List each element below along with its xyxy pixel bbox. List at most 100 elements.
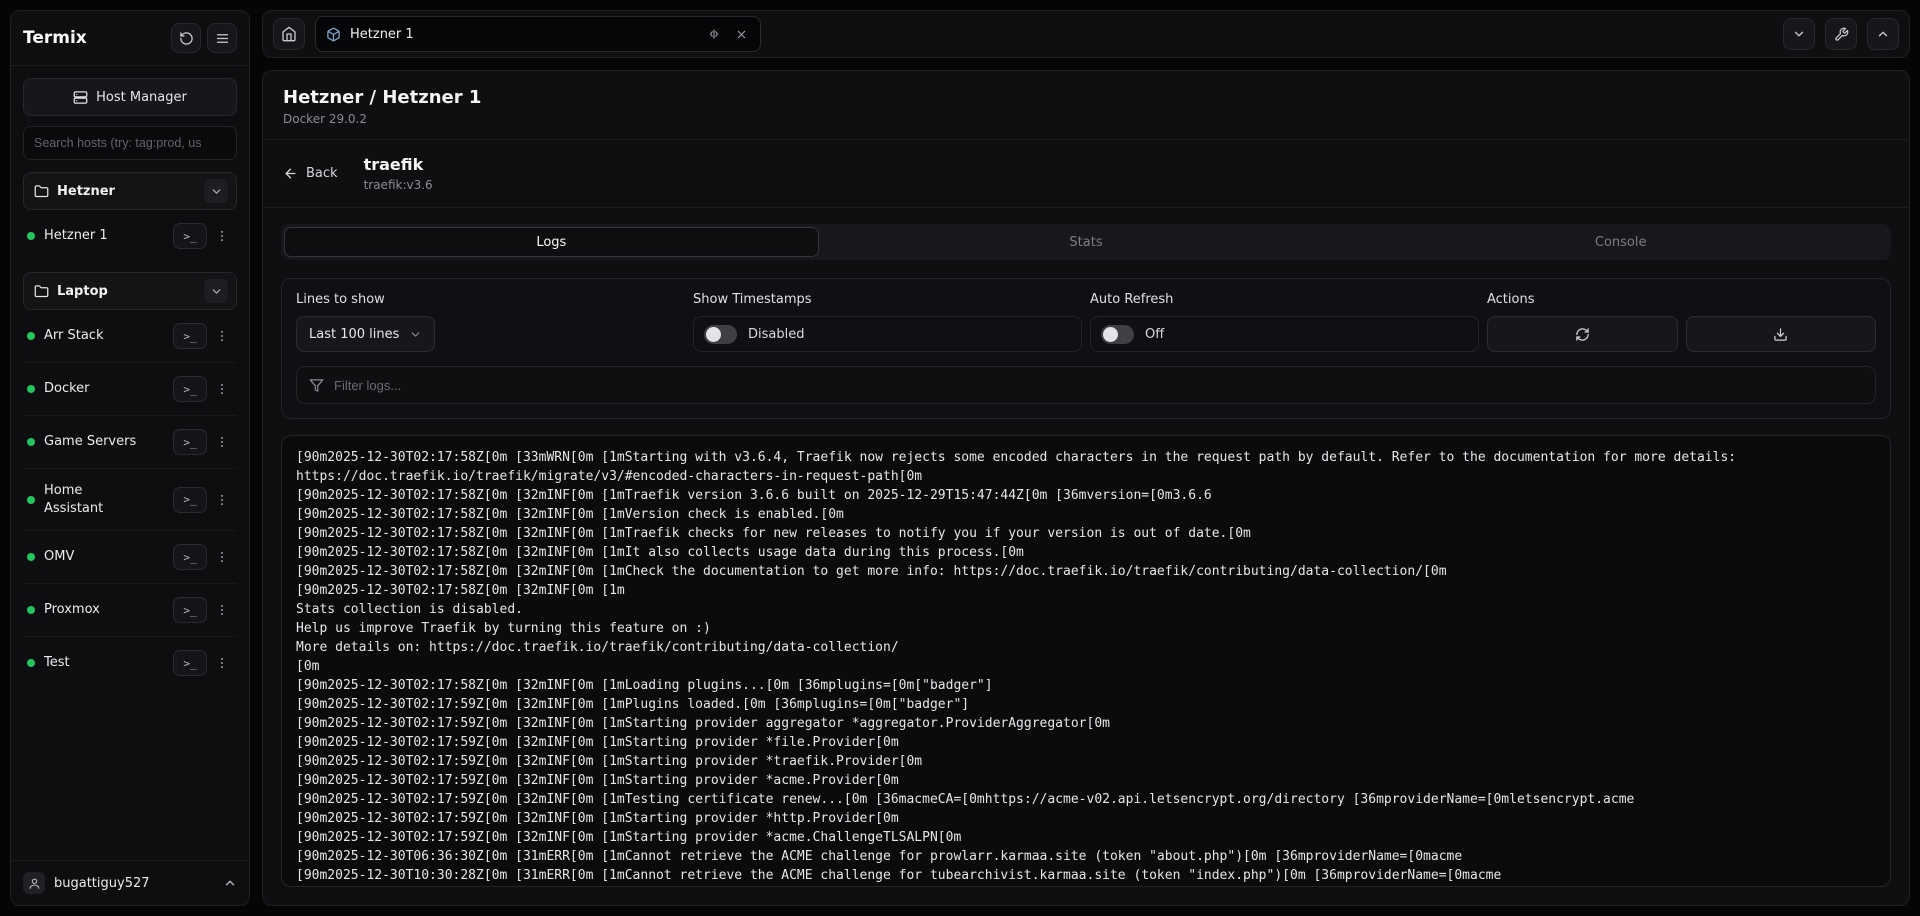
group-header-hetzner[interactable]: Hetzner xyxy=(23,172,237,210)
app-title: Termix xyxy=(23,28,87,48)
host-menu-button[interactable] xyxy=(211,429,233,455)
status-online-dot xyxy=(27,606,35,614)
toggle-switch-off[interactable] xyxy=(1101,325,1134,344)
host-row[interactable]: Arr Stack >_ xyxy=(23,310,237,363)
download-logs-button[interactable] xyxy=(1686,316,1877,352)
reload-button[interactable] xyxy=(171,23,201,53)
user-menu[interactable]: bugattiguy527 xyxy=(11,860,249,905)
host-row[interactable]: Home Assistant >_ xyxy=(23,469,237,531)
expand-panel-button[interactable] xyxy=(1867,18,1899,50)
chevron-down-icon[interactable] xyxy=(204,179,228,203)
filter-logs-input[interactable] xyxy=(334,378,1863,393)
tools-button[interactable] xyxy=(1825,18,1857,50)
host-name: Proxmox xyxy=(44,601,100,619)
view-tabs-wrap: Logs Stats Console xyxy=(263,208,1909,260)
open-terminal-button[interactable]: >_ xyxy=(173,323,207,349)
close-tab-button[interactable] xyxy=(733,26,750,43)
host-row[interactable]: Proxmox >_ xyxy=(23,584,237,637)
open-terminal-button[interactable]: >_ xyxy=(173,487,207,513)
tab-logs[interactable]: Logs xyxy=(284,227,819,257)
host-menu-button[interactable] xyxy=(211,223,233,249)
back-button[interactable]: Back xyxy=(283,166,338,181)
host-menu-button[interactable] xyxy=(211,544,233,570)
open-terminal-button[interactable]: >_ xyxy=(173,597,207,623)
toggle-knob xyxy=(1103,327,1118,342)
timestamps-toggle[interactable]: Disabled xyxy=(693,316,1082,352)
open-terminal-button[interactable]: >_ xyxy=(173,544,207,570)
group-header-laptop[interactable]: Laptop xyxy=(23,272,237,310)
log-output[interactable]: [90m2025-12-30T02:17:58Z[0m [33mWRN[0m [… xyxy=(281,435,1891,887)
tab-console[interactable]: Console xyxy=(1353,227,1888,257)
open-terminal-button[interactable]: >_ xyxy=(173,376,207,402)
actions-row xyxy=(1487,316,1876,352)
host-manager-button[interactable]: Host Manager xyxy=(23,78,237,116)
host-search xyxy=(23,126,237,160)
host-name: Home Assistant xyxy=(44,482,140,517)
host-name: Docker xyxy=(44,380,90,398)
host-list: Hetzner 1 >_ xyxy=(23,210,237,262)
status-online-dot xyxy=(27,232,35,240)
kebab-icon xyxy=(215,656,229,670)
open-terminal-button[interactable]: >_ xyxy=(173,650,207,676)
split-view-button[interactable] xyxy=(705,25,723,43)
split-horizontal-icon xyxy=(707,27,721,41)
container-header: Back traefik traefik:v3.6 xyxy=(263,140,1909,208)
folder-icon xyxy=(34,184,49,199)
host-menu-button[interactable] xyxy=(211,650,233,676)
wrench-icon xyxy=(1834,27,1849,42)
tab-hetzner-1[interactable]: Hetzner 1 xyxy=(315,16,761,52)
open-terminal-button[interactable]: >_ xyxy=(173,223,207,249)
chevron-down-icon[interactable] xyxy=(204,279,228,303)
sidebar-menu-button[interactable] xyxy=(207,23,237,53)
log-line: [90m2025-12-30T10:30:28Z[0m [31mERR[0m [… xyxy=(296,866,1876,885)
terminal-icon: >_ xyxy=(183,383,196,396)
log-line: [90m2025-12-30T02:17:59Z[0m [32mINF[0m [… xyxy=(296,771,1876,790)
docker-version: Docker 29.0.2 xyxy=(283,112,1889,126)
log-line: [90m2025-12-30T02:17:59Z[0m [32mINF[0m [… xyxy=(296,752,1876,771)
log-line: [90m2025-12-30T02:17:58Z[0m [32mINF[0m [… xyxy=(296,505,1876,524)
host-search-input[interactable] xyxy=(23,126,237,160)
back-label: Back xyxy=(306,166,338,181)
container-image: traefik:v3.6 xyxy=(364,178,433,192)
host-menu-button[interactable] xyxy=(211,376,233,402)
log-line: [0m xyxy=(296,657,1876,676)
host-menu-button[interactable] xyxy=(211,487,233,513)
autorefresh-toggle[interactable]: Off xyxy=(1090,316,1479,352)
host-row[interactable]: Test >_ xyxy=(23,637,237,689)
host-row[interactable]: OMV >_ xyxy=(23,531,237,584)
filter-icon xyxy=(309,378,324,393)
host-row[interactable]: Game Servers >_ xyxy=(23,416,237,469)
log-line: [90m2025-12-30T02:17:58Z[0m [32mINF[0m [… xyxy=(296,581,1876,600)
toggle-switch-off[interactable] xyxy=(704,325,737,344)
refresh-logs-button[interactable] xyxy=(1487,316,1678,352)
user-avatar-icon xyxy=(23,872,45,894)
tab-label: Hetzner 1 xyxy=(350,27,414,42)
host-menu-button[interactable] xyxy=(211,323,233,349)
terminal-icon: >_ xyxy=(183,436,196,449)
sidebar-header: Termix xyxy=(11,11,249,66)
tab-stats[interactable]: Stats xyxy=(819,227,1354,257)
host-row[interactable]: Hetzner 1 >_ xyxy=(23,210,237,262)
collapse-panel-button[interactable] xyxy=(1783,18,1815,50)
log-line: [90m2025-12-30T02:17:59Z[0m [32mINF[0m [… xyxy=(296,714,1876,733)
host-actions: >_ xyxy=(173,597,233,623)
home-button[interactable] xyxy=(273,18,305,50)
lines-select[interactable]: Last 100 lines xyxy=(296,316,435,352)
chevron-up-icon xyxy=(223,876,237,890)
status-online-dot xyxy=(27,385,35,393)
host-row[interactable]: Docker >_ xyxy=(23,363,237,416)
log-line: More details on: https://doc.traefik.io/… xyxy=(296,638,1876,657)
host-name: Game Servers xyxy=(44,433,136,451)
terminal-icon: >_ xyxy=(183,330,196,343)
host-menu-button[interactable] xyxy=(211,597,233,623)
arrow-left-icon xyxy=(283,166,298,181)
sidebar-header-actions xyxy=(171,23,237,53)
log-line: Help us improve Traefik by turning this … xyxy=(296,619,1876,638)
host-name: Test xyxy=(44,654,70,672)
host-actions: >_ xyxy=(173,487,233,513)
open-terminal-button[interactable]: >_ xyxy=(173,429,207,455)
autorefresh-control: Auto Refresh Off xyxy=(1090,292,1479,352)
status-online-dot xyxy=(27,438,35,446)
status-online-dot xyxy=(27,553,35,561)
host-manager-label: Host Manager xyxy=(96,90,187,105)
